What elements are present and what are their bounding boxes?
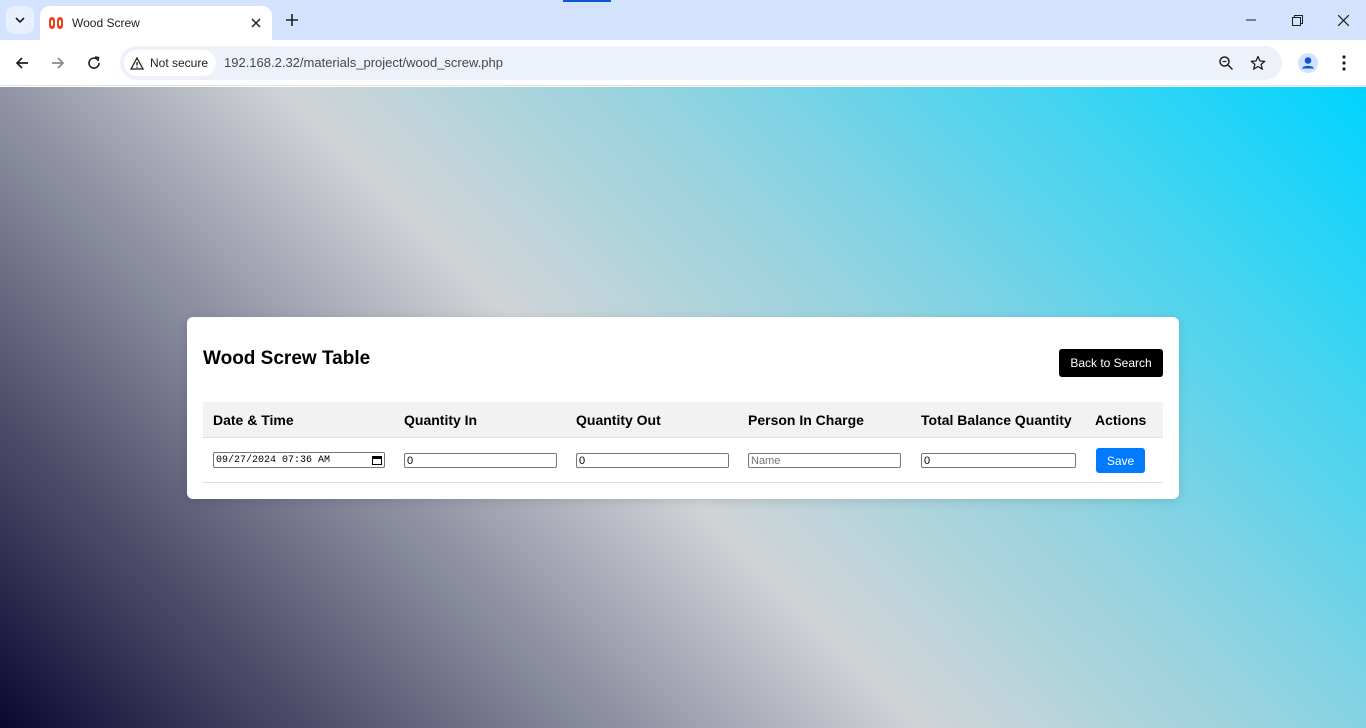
calendar-icon[interactable] [372,455,382,465]
browser-tabstrip: Wood Screw [0,0,1366,40]
arrow-right-icon [52,57,65,69]
arrow-left-icon [15,57,28,69]
person-in-charge-input[interactable] [748,453,901,468]
close-window-button[interactable] [1320,0,1366,40]
total-balance-input[interactable] [921,453,1076,468]
close-icon [1337,14,1349,26]
warning-icon [130,56,144,70]
tab-title: Wood Screw [72,16,140,30]
reload-icon [88,56,100,69]
page-viewport: Wood Screw Table Back to Search Date & T… [0,87,1366,728]
url-text[interactable]: 192.168.2.32/materials_project/wood_scre… [224,55,503,70]
quantity-in-input[interactable] [404,453,557,468]
close-tab-icon[interactable] [248,15,264,31]
minimize-button[interactable] [1228,0,1274,40]
profile-avatar-icon[interactable] [1296,51,1320,75]
site-favicon-icon [48,15,64,31]
plus-icon [286,14,298,26]
stock-table: Date & Time Quantity In Quantity Out Per… [203,402,1163,483]
page-title: Wood Screw Table [203,348,371,369]
browser-toolbar: Not secure 192.168.2.32/materials_projec… [0,40,1366,86]
security-chip[interactable]: Not secure [124,50,217,76]
minimize-icon [1246,19,1256,21]
chevron-down-icon [15,17,25,24]
datetime-input[interactable]: 09/27/2024 07:36 AM [213,452,385,468]
back-nav-button[interactable] [8,49,36,77]
tab-indicator [563,0,611,2]
column-header-person-in-charge: Person In Charge [748,412,864,428]
column-header-quantity-out: Quantity Out [576,412,661,428]
save-button[interactable]: Save [1096,448,1145,473]
forward-nav-button[interactable] [44,49,72,77]
browser-tab[interactable]: Wood Screw [40,6,272,40]
address-bar[interactable]: Not secure 192.168.2.32/materials_projec… [120,46,1282,80]
reload-button[interactable] [80,49,108,77]
security-label: Not secure [150,56,209,70]
table-header-row: Date & Time Quantity In Quantity Out Per… [203,402,1163,438]
column-header-datetime: Date & Time [213,412,294,428]
restore-icon [1291,14,1303,26]
quantity-out-input[interactable] [576,453,729,468]
datetime-value: 09/27/2024 07:36 AM [216,454,331,466]
back-to-search-button[interactable]: Back to Search [1059,349,1163,377]
column-header-quantity-in: Quantity In [404,412,478,428]
tab-search-button[interactable] [6,6,34,34]
new-tab-button[interactable] [280,8,304,32]
restore-button[interactable] [1274,0,1320,40]
zoom-icon[interactable] [1214,51,1238,75]
browser-menu-icon[interactable] [1332,51,1356,75]
table-card: Wood Screw Table Back to Search Date & T… [187,317,1179,499]
bookmark-star-icon[interactable] [1246,51,1270,75]
column-header-total-balance: Total Balance Quantity [921,412,1072,428]
column-header-actions: Actions [1095,412,1147,428]
table-row: 09/27/2024 07:36 AM Save [203,438,1163,483]
